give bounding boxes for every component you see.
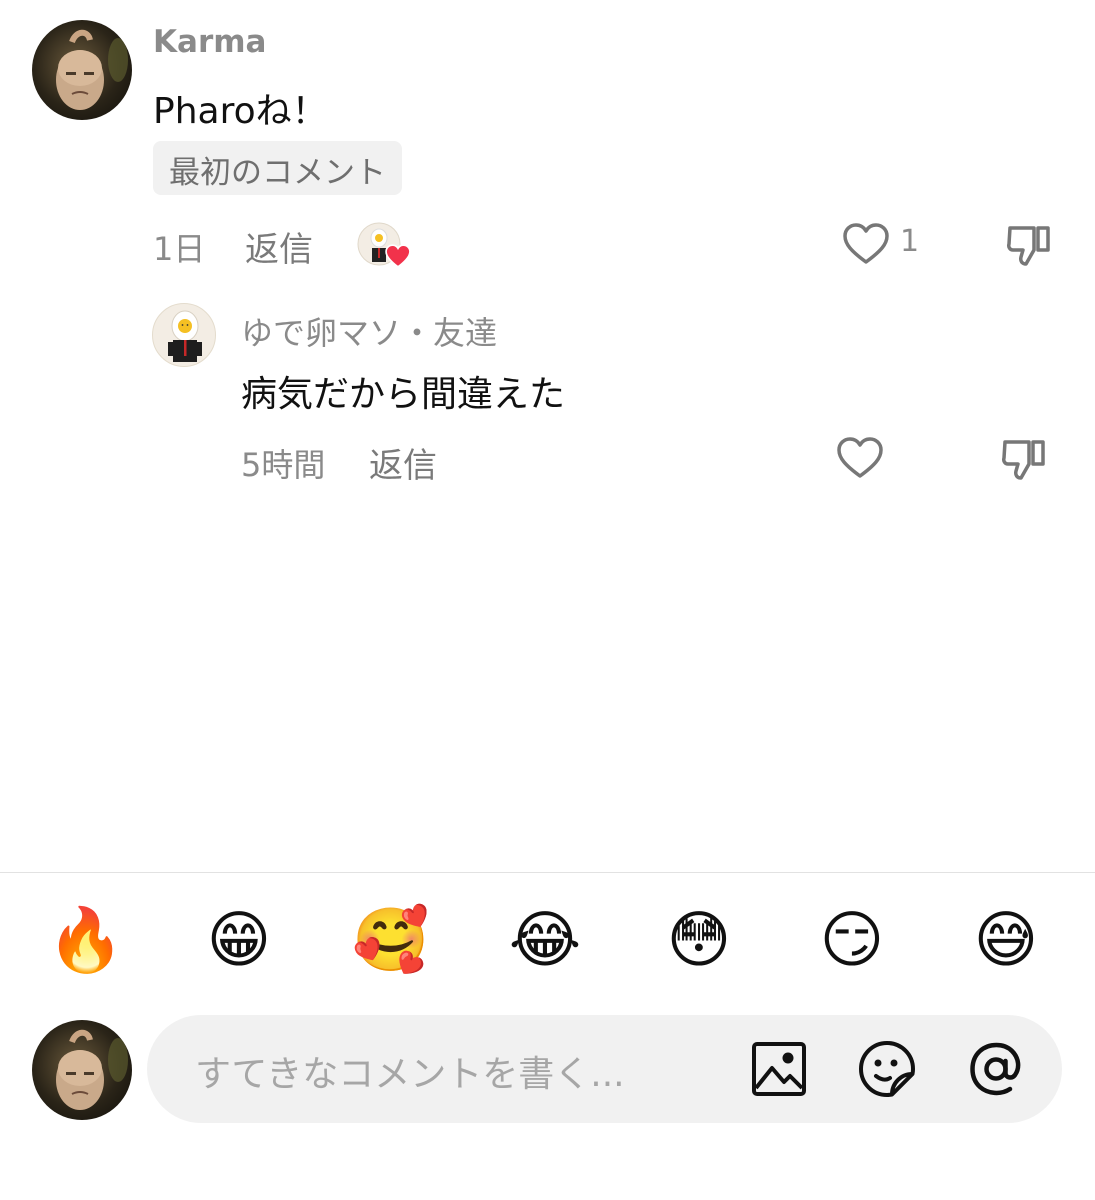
- replier-username[interactable]: ゆで卵マソ・友達: [241, 308, 497, 354]
- reply-like-button[interactable]: [836, 436, 886, 482]
- reaction-smiling-hearts[interactable]: 🥰: [351, 904, 431, 976]
- comment-like-count: 1: [900, 224, 920, 259]
- comment-reply-button[interactable]: 返信: [245, 222, 313, 271]
- reaction-sweat-smile[interactable]: 😅: [966, 904, 1046, 976]
- composer-divider: [0, 872, 1095, 873]
- first-comment-badge: 最初のコメント: [153, 141, 402, 195]
- quick-reaction-bar: 🔥 😁 🥰 😂 😳 😏 😅: [0, 900, 1095, 980]
- comment-input[interactable]: すてきなコメントを書く...: [147, 1015, 1062, 1123]
- comment-text: Pharoね！: [153, 91, 328, 132]
- reply-timestamp: 5時間: [241, 446, 326, 484]
- image-icon: [752, 1042, 806, 1096]
- reaction-fire[interactable]: 🔥: [46, 904, 126, 976]
- current-user-avatar-image: [56, 1029, 128, 1110]
- commenter-username[interactable]: Karma: [153, 24, 266, 60]
- comment-input-placeholder: すてきなコメントを書く...: [195, 1054, 625, 1095]
- reaction-smirk[interactable]: 😏: [812, 904, 892, 976]
- heart-outline-icon: [837, 437, 883, 478]
- thumbs-down-icon: [1002, 440, 1045, 480]
- reply-reply-button[interactable]: 返信: [369, 438, 437, 487]
- current-user-avatar[interactable]: [32, 1020, 132, 1120]
- replier-avatar-image: [168, 310, 202, 362]
- comment-dislike-button[interactable]: [1004, 220, 1054, 270]
- reply-dislike-button[interactable]: [999, 434, 1049, 484]
- commenter-avatar[interactable]: [32, 20, 132, 120]
- commenter-avatar-image: [56, 29, 128, 110]
- sticker-icon: [859, 1041, 915, 1097]
- at-icon: [970, 1042, 1021, 1096]
- replier-avatar[interactable]: [152, 303, 216, 367]
- creator-liked-indicator: [357, 222, 411, 270]
- reaction-grin[interactable]: 😁: [199, 904, 279, 976]
- thumbs-down-icon: [1007, 226, 1050, 266]
- liked-heart-icon: [385, 244, 411, 268]
- reaction-flushed[interactable]: 😳: [659, 904, 739, 976]
- comment-timestamp: 1日: [153, 230, 206, 268]
- heart-outline-icon: [843, 223, 889, 264]
- mention-button[interactable]: [965, 1038, 1027, 1100]
- reaction-joy[interactable]: 😂: [505, 904, 585, 976]
- sticker-button[interactable]: [856, 1038, 918, 1100]
- image-button[interactable]: [748, 1038, 810, 1100]
- reply-text: 病気だから間違えた: [241, 374, 566, 415]
- comment-like-button[interactable]: 1: [842, 222, 932, 268]
